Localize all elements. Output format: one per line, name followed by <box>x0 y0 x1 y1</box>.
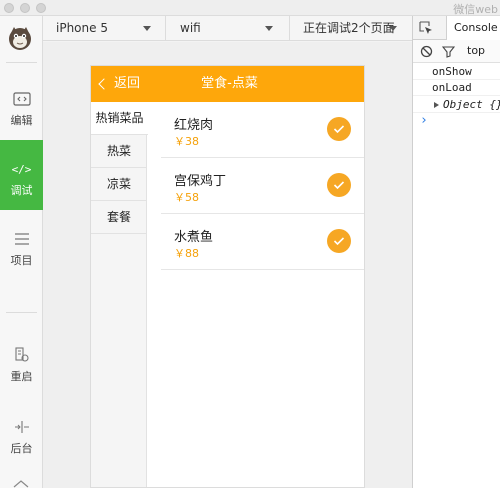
window-title-bar: 微信web <box>0 0 500 16</box>
category-item-hot-sale[interactable]: 热销菜品 <box>91 102 148 135</box>
list-item[interactable]: 水煮鱼 ￥88 <box>161 214 364 270</box>
ide-sidebar: 编辑 </> 调试 项目 重启 后台 <box>0 16 43 488</box>
category-item-cold-dishes[interactable]: 凉菜 <box>91 168 147 201</box>
context-select[interactable]: top <box>467 44 485 57</box>
app-navigation-bar: 返回 堂食-点菜 <box>91 66 364 102</box>
network-select-value: wifi <box>180 21 201 35</box>
category-list: 热销菜品 热菜 凉菜 套餐 <box>91 102 148 487</box>
toolbar-divider <box>165 16 166 41</box>
chevron-down-icon <box>265 26 273 31</box>
sidebar-item-edit[interactable]: 编辑 <box>0 70 43 140</box>
clear-console-icon[interactable] <box>420 45 433 58</box>
phone-screen: 返回 堂食-点菜 热销菜品 热菜 凉菜 套餐 红烧肉 ￥38 宫保鸡丁 ￥58 <box>90 65 365 488</box>
network-select[interactable]: wifi <box>180 16 280 41</box>
close-window-button[interactable] <box>4 3 14 13</box>
debug-code-icon: </> <box>11 162 32 176</box>
checkmark-icon[interactable] <box>327 173 351 197</box>
checkmark-icon[interactable] <box>327 229 351 253</box>
devtools-tabbar: Console <box>413 16 500 40</box>
sidebar-item-label: 项目 <box>10 254 33 267</box>
sidebar-divider <box>6 62 37 63</box>
background-icon <box>14 421 29 433</box>
window-title: 微信web <box>453 3 498 16</box>
expand-triangle-icon[interactable] <box>434 102 439 108</box>
restart-icon <box>14 347 29 362</box>
sidebar-item-project[interactable]: 项目 <box>0 210 43 280</box>
device-select-value: iPhone 5 <box>56 21 108 35</box>
inspect-element-icon[interactable] <box>419 21 433 35</box>
debug-pages-select[interactable]: 正在调试2个页面 <box>303 16 409 41</box>
sidebar-item-label: 编辑 <box>10 114 33 127</box>
sidebar-item-debug[interactable]: </> 调试 <box>0 140 43 210</box>
list-item[interactable]: 红烧肉 ￥38 <box>161 102 364 158</box>
device-select[interactable]: iPhone 5 <box>56 16 161 41</box>
minimize-window-button[interactable] <box>20 3 30 13</box>
devtools-panel: Console top onShow onLoad Object {} › <box>412 16 500 488</box>
more-icon[interactable] <box>12 478 30 488</box>
toolbar-divider <box>289 16 290 41</box>
simulator-toolbar: iPhone 5 wifi 正在调试2个页面 <box>43 16 412 41</box>
simulator-area: 返回 堂食-点菜 热销菜品 热菜 凉菜 套餐 红烧肉 ￥38 宫保鸡丁 ￥58 <box>43 42 412 488</box>
filter-icon[interactable] <box>442 45 455 58</box>
sidebar-item-restart[interactable]: 重启 <box>0 326 43 396</box>
dish-price: ￥38 <box>174 135 199 148</box>
dish-price: ￥88 <box>174 247 199 260</box>
debug-pages-status: 正在调试2个页面 <box>303 21 395 35</box>
sidebar-item-background[interactable]: 后台 <box>0 398 43 468</box>
sidebar-item-label: 调试 <box>10 184 33 197</box>
dish-name: 红烧肉 <box>174 118 214 133</box>
page-title: 堂食-点菜 <box>201 76 258 91</box>
category-item-hot-dishes[interactable]: 热菜 <box>91 135 147 168</box>
chevron-down-icon <box>143 26 151 31</box>
dish-price: ￥58 <box>174 191 199 204</box>
code-editor-icon <box>12 92 31 106</box>
checkmark-icon[interactable] <box>327 117 351 141</box>
zoom-window-button[interactable] <box>36 3 46 13</box>
console-filter-bar: top <box>413 40 500 63</box>
sidebar-divider <box>6 312 37 313</box>
sidebar-item-label: 重启 <box>10 370 33 383</box>
menu-list-icon <box>14 233 29 245</box>
chevron-down-icon <box>389 26 397 31</box>
console-object-value: Object {} <box>443 98 500 111</box>
list-item[interactable]: 宫保鸡丁 ￥58 <box>161 158 364 214</box>
sidebar-item-label: 后台 <box>10 442 33 455</box>
console-object-line[interactable]: Object {} <box>413 97 500 113</box>
category-item-set-meal[interactable]: 套餐 <box>91 201 147 234</box>
dish-name: 水煮鱼 <box>174 230 214 245</box>
dish-name: 宫保鸡丁 <box>174 174 227 189</box>
console-log-line: onShow <box>413 64 500 80</box>
user-avatar-icon[interactable] <box>7 25 33 51</box>
console-log-line: onLoad <box>413 80 500 96</box>
tab-console[interactable]: Console <box>446 16 500 40</box>
console-prompt[interactable]: › <box>420 113 428 128</box>
